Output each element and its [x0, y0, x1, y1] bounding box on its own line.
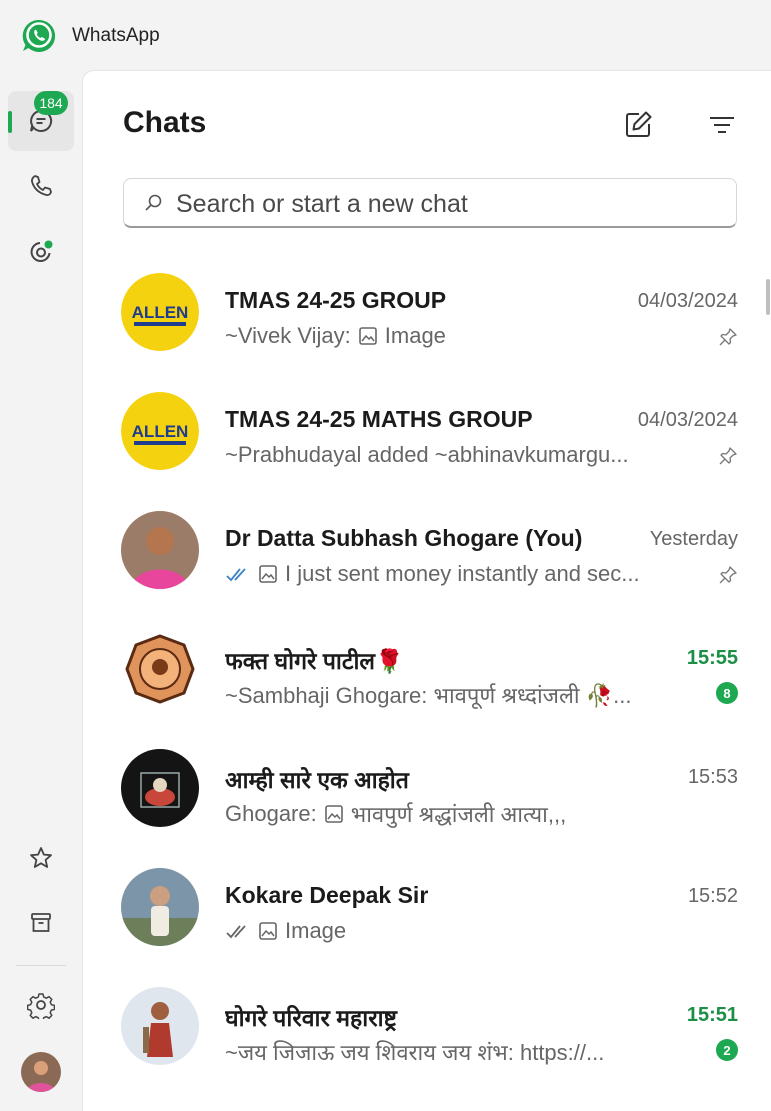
chat-time: 15:51	[686, 1004, 738, 1026]
chat-preview-text: I just sent money instantly and sec...	[285, 561, 640, 586]
new-chat-button[interactable]	[618, 105, 658, 145]
chat-avatar	[121, 868, 199, 946]
chat-avatar	[121, 630, 199, 708]
chat-name: Dr Datta Subhash Ghogare (You)	[225, 525, 583, 551]
chat-name: TMAS 24-25 GROUP	[225, 287, 447, 313]
double-check-icon	[226, 568, 246, 582]
image-icon	[259, 922, 277, 940]
image-icon	[358, 327, 377, 345]
search-icon	[145, 194, 162, 211]
rail-archived-button[interactable]	[8, 893, 74, 953]
chat-sender: Ghogare:	[225, 801, 317, 826]
archive-icon	[31, 913, 51, 932]
allen-logo-avatar: ALLEN	[121, 392, 199, 470]
filter-icon	[710, 117, 734, 133]
image-icon	[259, 565, 277, 583]
chat-avatar	[121, 511, 199, 589]
unread-count-badge: 8	[716, 682, 738, 704]
rail-starred-button[interactable]	[8, 828, 74, 888]
chat-preview: Ghogare: भावपुर्ण श्रद्धांजली आत्या,,,	[225, 799, 695, 829]
unread-chats-badge: 184	[34, 91, 68, 115]
rail-calls-button[interactable]	[8, 156, 74, 216]
chat-time: 04/03/2024	[637, 409, 738, 431]
double-check-icon	[226, 925, 246, 939]
chat-preview-text: भावपुर्ण श्रद्धांजली आत्या,,,	[350, 802, 567, 827]
filter-button[interactable]	[702, 105, 742, 145]
profile-avatar[interactable]	[21, 1052, 61, 1092]
chat-preview-text: ~Sambhaji Ghogare: भावपूर्ण श्रध्दांजली …	[225, 683, 632, 708]
chat-preview: ~Prabhudayal added ~abhinavkumargu...	[225, 442, 695, 468]
chat-preview: ~जय जिजाऊ जय शिवराय जय शंभ: https://...	[225, 1037, 695, 1067]
chat-row[interactable]: Dr Datta Subhash Ghogare (You) Yesterday…	[83, 485, 771, 604]
contact-photo	[121, 511, 199, 589]
chat-time: 15:52	[687, 885, 738, 907]
search-input[interactable]	[174, 187, 718, 221]
chat-preview-text: Image	[285, 918, 347, 943]
image-icon	[324, 805, 343, 823]
app-title: WhatsApp	[72, 25, 160, 46]
chat-preview: ~Sambhaji Ghogare: भावपूर्ण श्रध्दांजली …	[225, 680, 695, 710]
phone-icon	[31, 175, 52, 196]
profile-avatar-image	[21, 1052, 61, 1092]
chat-name: घोगरे परिवार महाराष्ट्र	[225, 1005, 397, 1031]
chat-name: TMAS 24-25 MATHS GROUP	[225, 406, 533, 432]
chat-avatar	[121, 987, 199, 1065]
group-emblem-avatar	[121, 630, 199, 708]
chat-name: आम्ही सारे एक आहोत	[225, 767, 409, 793]
chat-time: 15:53	[687, 766, 738, 788]
unread-count-badge: 2	[716, 1039, 738, 1061]
chat-row[interactable]: घोगरे परिवार महाराष्ट्र 15:51 ~जय जिजाऊ …	[83, 961, 771, 1080]
chat-preview: ~Vivek Vijay: Image	[225, 323, 695, 349]
pin-icon	[719, 447, 737, 465]
chat-preview-text: Image	[384, 323, 446, 348]
chat-row[interactable]: आम्ही सारे एक आहोत 15:53 Ghogare: भावपुर…	[83, 723, 771, 842]
chat-sender: ~Vivek Vijay:	[225, 323, 351, 348]
chat-avatar	[121, 749, 199, 827]
chat-avatar: ALLEN	[121, 273, 199, 351]
chat-preview: I just sent money instantly and sec...	[225, 561, 695, 587]
pin-icon	[719, 328, 737, 346]
active-indicator	[8, 111, 12, 133]
contact-photo	[121, 868, 199, 946]
svg-text:ALLEN: ALLEN	[132, 422, 189, 441]
group-photo-avatar	[121, 749, 199, 827]
chat-row[interactable]: ALLEN TMAS 24-25 MATHS GROUP 04/03/2024 …	[83, 366, 771, 485]
pin-icon	[719, 566, 737, 584]
rail-settings-button[interactable]	[8, 975, 74, 1035]
rail-status-button[interactable]	[8, 222, 74, 282]
whatsapp-logo-icon	[22, 19, 56, 52]
chat-time: 04/03/2024	[637, 290, 738, 312]
search-box[interactable]	[123, 178, 737, 228]
navigation-rail: 184	[0, 70, 82, 1110]
star-icon	[30, 847, 52, 868]
new-chat-icon	[626, 111, 652, 137]
chat-list: ALLEN TMAS 24-25 GROUP 04/03/2024 ~Vivek…	[83, 247, 771, 1080]
chat-preview-text: ~Prabhudayal added ~abhinavkumargu...	[225, 442, 629, 467]
chats-panel: Chats ALLEN	[82, 70, 771, 1111]
chat-preview: Image	[225, 918, 695, 944]
chat-time: 15:55	[686, 647, 738, 669]
status-icon	[30, 240, 53, 262]
page-title: Chats	[123, 106, 207, 139]
chat-row[interactable]: फक्त घोगरे पाटील🌹 15:55 ~Sambhaji Ghogar…	[83, 604, 771, 723]
chat-row[interactable]: ALLEN TMAS 24-25 GROUP 04/03/2024 ~Vivek…	[83, 247, 771, 366]
chat-time: Yesterday	[649, 528, 738, 550]
chat-name: फक्त घोगरे पाटील🌹	[225, 648, 404, 674]
chat-row[interactable]: Kokare Deepak Sir 15:52 Image	[83, 842, 771, 961]
gear-icon	[27, 993, 55, 1019]
title-bar: WhatsApp	[0, 0, 771, 70]
chat-avatar: ALLEN	[121, 392, 199, 470]
rail-chats-button[interactable]: 184	[8, 91, 74, 151]
chat-name: Kokare Deepak Sir	[225, 882, 429, 908]
group-photo-avatar	[121, 987, 199, 1065]
chat-preview-text: ~जय जिजाऊ जय शिवराय जय शंभ: https://...	[225, 1040, 605, 1065]
allen-logo-avatar: ALLEN	[121, 273, 199, 351]
rail-divider	[16, 965, 66, 966]
svg-text:ALLEN: ALLEN	[132, 303, 189, 322]
